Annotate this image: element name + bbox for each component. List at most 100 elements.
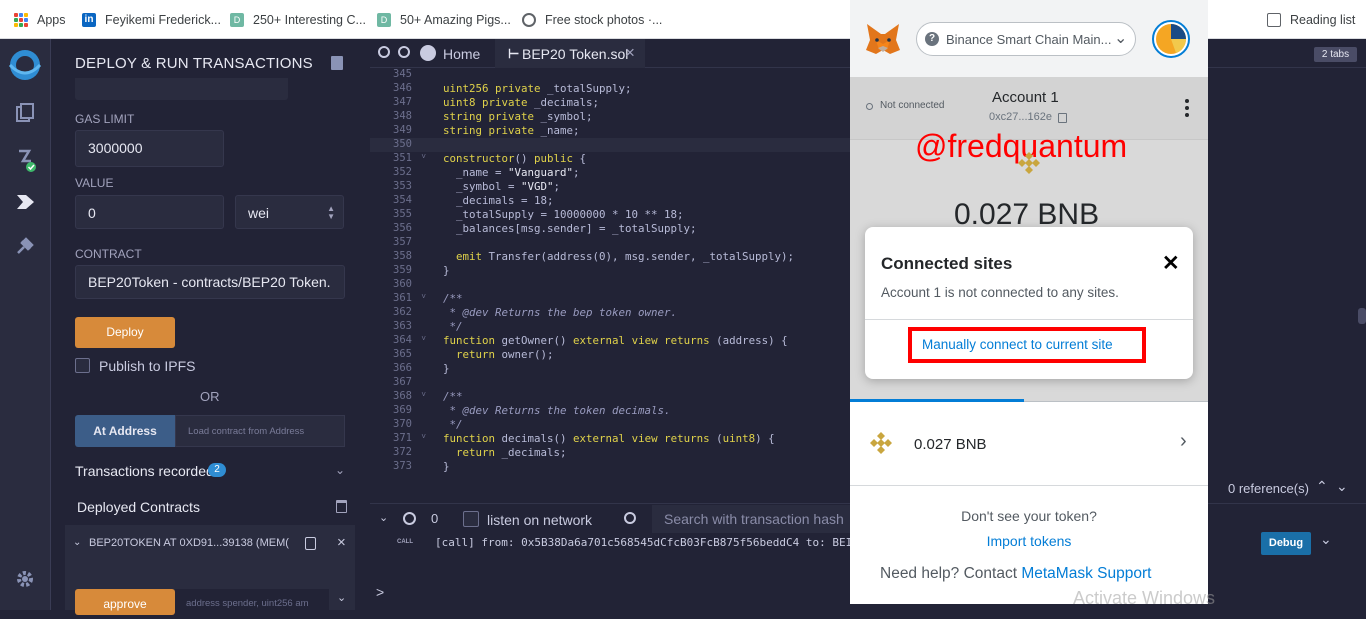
code-line[interactable]: uint256 private _totalSupply; xyxy=(443,82,632,95)
listen-network-label: listen on network xyxy=(487,512,593,528)
account-name[interactable]: Account 1 xyxy=(992,89,1059,106)
chevron-down-icon[interactable]: ⌄ xyxy=(337,591,346,604)
zoom-out-icon[interactable] xyxy=(378,46,390,58)
value-unit-select[interactable]: wei ▲ ▼ xyxy=(235,195,344,229)
contract-select[interactable]: BEP20Token - contracts/BEP20 Token. xyxy=(75,265,345,299)
clear-console-icon[interactable] xyxy=(403,512,416,525)
support-link[interactable]: MetaMask Support xyxy=(1021,565,1151,582)
transaction-search-input[interactable]: Search with transaction hash xyxy=(652,505,850,533)
code-editor[interactable]: 345 346 uint256 private _totalSupply; 347 ui… xyxy=(370,68,850,480)
line-number: 350 xyxy=(393,138,412,150)
copy-icon[interactable] xyxy=(1058,113,1067,123)
tabs-count-dropdown[interactable]: 2 tabs xyxy=(1314,47,1357,62)
fold-chevron-icon[interactable]: ˅ xyxy=(416,152,426,162)
docs-icon[interactable] xyxy=(331,56,343,70)
code-line[interactable]: */ xyxy=(443,418,463,431)
file-explorer-icon[interactable] xyxy=(13,102,37,126)
at-address-input[interactable]: Load contract from Address xyxy=(175,415,345,447)
line-number: 367 xyxy=(393,376,412,388)
chevron-down-icon[interactable]: ⌄ xyxy=(1320,531,1332,548)
tab-home[interactable]: Home xyxy=(443,46,480,62)
collapse-terminal-icon[interactable]: ⌄ xyxy=(379,511,388,524)
code-line[interactable]: string private _symbol; xyxy=(443,110,593,123)
close-icon[interactable]: ✕ xyxy=(1162,251,1180,276)
zoom-in-icon[interactable] xyxy=(398,46,410,58)
transactions-recorded-label[interactable]: Transactions recorded xyxy=(75,463,214,479)
value-input[interactable]: 0 xyxy=(75,195,224,229)
connection-status[interactable]: Not connected xyxy=(880,100,945,111)
metamask-fox-icon[interactable] xyxy=(864,22,902,56)
settings-gear-icon[interactable] xyxy=(13,569,37,593)
account-address[interactable]: 0xc27...162e xyxy=(989,111,1052,123)
code-line[interactable]: function decimals() external view return… xyxy=(443,432,775,445)
code-line[interactable]: * @dev Returns the token decimals. xyxy=(443,404,671,417)
code-line[interactable]: _symbol = "VGD"; xyxy=(443,180,560,193)
approve-input[interactable]: address spender, uint256 am xyxy=(175,589,329,615)
line-number: 349 xyxy=(393,124,412,136)
bookmark-apps[interactable]: Apps xyxy=(14,11,66,29)
code-line[interactable]: _totalSupply = 10000000 * 10 ** 18; xyxy=(443,208,684,221)
code-line[interactable]: constructor() public { xyxy=(443,152,586,165)
network-selector[interactable]: ? Binance Smart Chain Main... ⌄ xyxy=(916,22,1136,56)
bookmark-interesting[interactable]: D 250+ Interesting C... xyxy=(230,11,366,29)
code-line[interactable]: return _decimals; xyxy=(443,446,567,459)
gas-limit-input[interactable]: 3000000 xyxy=(75,130,224,167)
remix-logo-icon[interactable] xyxy=(5,47,45,83)
code-line[interactable]: string private _name; xyxy=(443,124,580,137)
import-tokens-link[interactable]: Import tokens xyxy=(850,533,1208,549)
tab-bep20-file[interactable]: ⊢ BEP20 Token.sol × xyxy=(495,39,645,68)
bookmark-stock-photos[interactable]: Free stock photos ·... xyxy=(522,11,662,29)
spinner-icon: ▲ ▼ xyxy=(327,204,335,221)
code-line[interactable]: } xyxy=(443,362,450,375)
publish-ipfs-checkbox[interactable] xyxy=(75,358,90,373)
code-line[interactable]: function getOwner() external view return… xyxy=(443,334,788,347)
approve-button[interactable]: approve xyxy=(75,589,175,615)
log-call-text[interactable]: [call] from: 0x5B38Da6a701c568545dCfcB03… xyxy=(435,536,850,549)
at-address-button[interactable]: At Address xyxy=(75,415,175,447)
code-line[interactable]: emit Transfer(address(0), msg.sender, _t… xyxy=(443,250,794,263)
trash-icon[interactable] xyxy=(336,500,347,513)
close-tab-icon[interactable]: × xyxy=(625,43,635,63)
plugin-manager-icon[interactable] xyxy=(13,235,37,259)
close-icon[interactable]: × xyxy=(337,534,346,551)
deploy-run-icon[interactable] xyxy=(13,191,37,215)
deployed-contract-title[interactable]: BEP20TOKEN AT 0XD91...39138 (MEM( xyxy=(89,537,289,549)
copy-icon[interactable] xyxy=(305,537,316,550)
chevron-down-icon[interactable]: ⌄ xyxy=(1336,478,1348,495)
chevron-down-icon[interactable]: ⌄ xyxy=(73,537,81,548)
code-line[interactable]: */ xyxy=(443,320,463,333)
account-avatar[interactable] xyxy=(1152,20,1190,58)
modal-description: Account 1 is not connected to any sites. xyxy=(881,285,1119,300)
code-line[interactable]: return owner(); xyxy=(443,348,554,361)
fold-chevron-icon[interactable]: ˅ xyxy=(416,432,426,442)
chevron-down-icon[interactable]: ⌄ xyxy=(335,463,345,477)
asset-row[interactable]: 0.027 BNB › xyxy=(850,402,1208,486)
editor-scrollbar[interactable] xyxy=(1358,308,1366,324)
chevron-up-icon[interactable]: ⌃ xyxy=(1316,478,1328,495)
fold-chevron-icon[interactable]: ˅ xyxy=(416,390,426,400)
code-line[interactable]: * @dev Returns the bep token owner. xyxy=(443,306,678,319)
code-line[interactable]: /** xyxy=(443,390,463,403)
code-line[interactable]: /** xyxy=(443,292,463,305)
code-line[interactable]: _balances[msg.sender] = _totalSupply; xyxy=(443,222,697,235)
help-footer: Need help? Contact MetaMask Support xyxy=(880,565,1151,583)
more-options-icon[interactable] xyxy=(1185,99,1189,117)
listen-network-checkbox[interactable] xyxy=(463,511,479,527)
deploy-button[interactable]: Deploy xyxy=(75,317,175,348)
reading-list-button[interactable]: Reading list xyxy=(1267,11,1355,29)
code-line[interactable]: uint8 private _decimals; xyxy=(443,96,599,109)
manually-connect-link[interactable]: Manually connect to current site xyxy=(922,337,1113,352)
bookmark-pigs[interactable]: D 50+ Amazing Pigs... xyxy=(377,11,511,29)
code-line[interactable]: _name = "Vanguard"; xyxy=(443,166,580,179)
code-line[interactable]: _decimals = 18; xyxy=(443,194,554,207)
fold-chevron-icon[interactable]: ˅ xyxy=(416,334,426,344)
bookmark-linkedin[interactable]: in Feyikemi Frederick... xyxy=(82,11,221,29)
debug-button[interactable]: Debug xyxy=(1261,532,1311,555)
compiler-icon[interactable] xyxy=(13,147,37,172)
code-line[interactable]: } xyxy=(443,264,450,277)
contract-label: CONTRACT xyxy=(75,247,142,261)
code-line[interactable]: } xyxy=(443,460,450,473)
fold-chevron-icon[interactable]: ˅ xyxy=(416,292,426,302)
account-select-partial[interactable] xyxy=(75,78,288,100)
terminal-prompt[interactable]: > xyxy=(376,584,384,600)
